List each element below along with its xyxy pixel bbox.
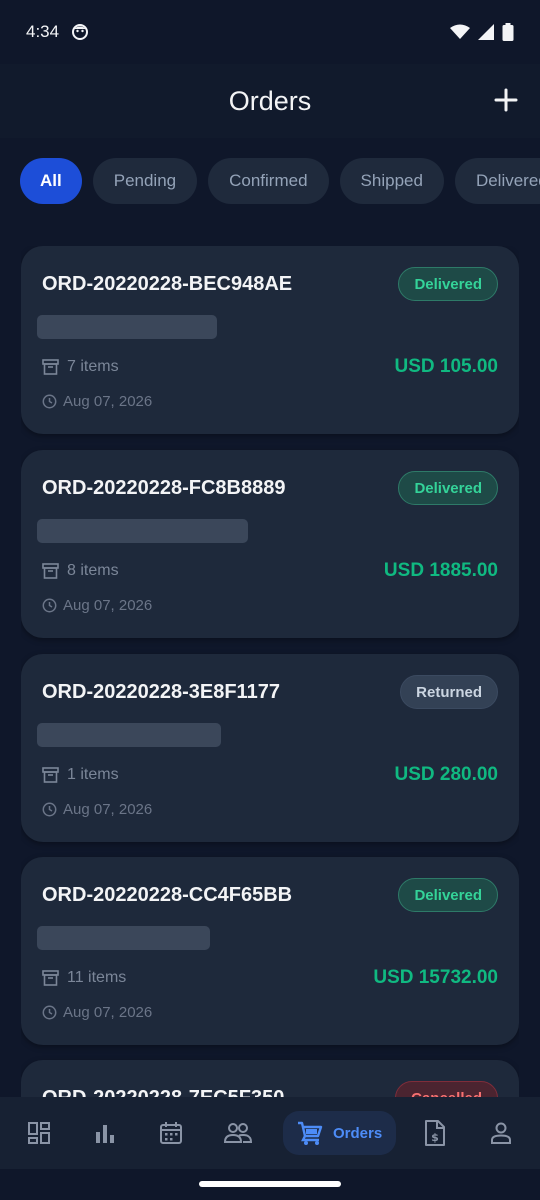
item-count-row: 8 items (42, 562, 119, 580)
order-date: Aug 07, 2026 (63, 1004, 153, 1021)
wifi-icon (450, 24, 470, 39)
calendar-icon (160, 1122, 182, 1144)
page-title: Orders (228, 85, 312, 116)
status-bar: 4:34 (0, 0, 540, 64)
item-count: 8 items (67, 562, 119, 579)
order-card[interactable]: ORD-20220228-CC4F65BB Delivered 11 items… (21, 857, 519, 1045)
home-gesture-bar[interactable] (199, 1181, 341, 1187)
order-card[interactable]: ORD-20220228-FC8B8889 Delivered 8 items … (21, 450, 519, 638)
filter-chip-label: Confirmed (229, 171, 308, 190)
archive-box-icon (42, 563, 59, 579)
status-badge: Returned (400, 675, 498, 709)
filter-chip-pending[interactable]: Pending (92, 158, 198, 204)
app-bar: Orders (0, 64, 540, 138)
order-id: ORD-20220228-7EC5F350 (42, 1087, 284, 1097)
order-date-row: Aug 07, 2026 (42, 597, 152, 614)
order-amount: USD 1885.00 (383, 560, 498, 581)
order-list[interactable]: ORD-20220228-BEC948AE Delivered 7 items … (21, 246, 519, 1097)
nav-orders[interactable]: Orders (283, 1111, 397, 1155)
customer-name-placeholder (37, 519, 248, 543)
item-count: 11 items (67, 969, 127, 986)
customer-name-placeholder (37, 315, 217, 339)
archive-box-icon (42, 767, 59, 783)
filter-chip-delivered[interactable]: Delivered (454, 158, 540, 204)
clock-icon (42, 598, 57, 613)
add-order-button[interactable] (492, 86, 520, 114)
bar-chart-icon (96, 1125, 114, 1143)
order-date: Aug 07, 2026 (63, 393, 153, 410)
status-filter-chips: All Pending Confirmed Shipped Delivered (20, 158, 540, 206)
people-icon (224, 1123, 252, 1143)
bottom-navigation: Orders $ (0, 1097, 540, 1169)
order-date: Aug 07, 2026 (63, 801, 153, 818)
item-count: 1 items (67, 766, 119, 783)
nav-orders-label: Orders (333, 1124, 383, 1142)
person-icon (491, 1122, 511, 1144)
order-card[interactable]: ORD-20220228-3E8F1177 Returned 1 items U… (21, 654, 519, 842)
notification-face-icon (72, 24, 89, 40)
item-count-row: 1 items (42, 766, 119, 784)
filter-chip-label: Pending (113, 171, 177, 190)
item-count: 7 items (67, 358, 119, 375)
clock-icon (42, 802, 57, 817)
order-card[interactable]: ORD-20220228-7EC5F350 Cancelled (21, 1060, 519, 1097)
clock-icon (42, 394, 57, 409)
nav-profile[interactable] (489, 1111, 513, 1155)
dashboard-icon (28, 1122, 50, 1144)
filter-chip-label: Delivered (475, 171, 540, 190)
filter-chip-all[interactable]: All (20, 158, 82, 204)
svg-text:$: $ (431, 1131, 439, 1144)
nav-analytics[interactable] (92, 1111, 118, 1155)
order-date-row: Aug 07, 2026 (42, 393, 152, 410)
status-badge: Cancelled (395, 1081, 498, 1097)
archive-box-icon (42, 970, 59, 986)
nav-calendar[interactable] (158, 1111, 184, 1155)
filter-chip-shipped[interactable]: Shipped (339, 158, 444, 204)
customer-name-placeholder (37, 926, 210, 950)
battery-icon (502, 23, 514, 41)
archive-box-icon (42, 359, 59, 375)
customer-name-placeholder (37, 723, 221, 747)
cart-icon (298, 1121, 323, 1145)
status-badge: Delivered (398, 267, 498, 301)
order-id: ORD-20220228-CC4F65BB (42, 884, 293, 906)
status-badge: Delivered (398, 878, 498, 912)
order-amount: USD 280.00 (394, 764, 498, 785)
order-id: ORD-20220228-FC8B8889 (42, 477, 286, 499)
order-card[interactable]: ORD-20220228-BEC948AE Delivered 7 items … (21, 246, 519, 434)
filter-chip-label: All (40, 171, 62, 190)
status-badge: Delivered (398, 471, 498, 505)
order-id: ORD-20220228-3E8F1177 (42, 681, 280, 703)
invoice-icon: $ (425, 1120, 445, 1146)
item-count-row: 7 items (42, 358, 119, 376)
order-amount: USD 15732.00 (373, 967, 498, 988)
nav-customers[interactable] (224, 1111, 252, 1155)
nav-dashboard[interactable] (26, 1111, 52, 1155)
order-date: Aug 07, 2026 (63, 597, 153, 614)
nav-invoices[interactable]: $ (423, 1111, 447, 1155)
order-amount: USD 105.00 (394, 356, 498, 377)
cellular-signal-icon (478, 24, 494, 40)
clock-icon (42, 1005, 57, 1020)
order-date-row: Aug 07, 2026 (42, 1004, 152, 1021)
item-count-row: 11 items (42, 969, 126, 987)
order-date-row: Aug 07, 2026 (42, 801, 152, 818)
status-time: 4:34 (26, 22, 60, 41)
order-id: ORD-20220228-BEC948AE (42, 273, 293, 295)
filter-chip-label: Shipped (360, 171, 423, 190)
filter-chip-confirmed[interactable]: Confirmed (208, 158, 329, 204)
